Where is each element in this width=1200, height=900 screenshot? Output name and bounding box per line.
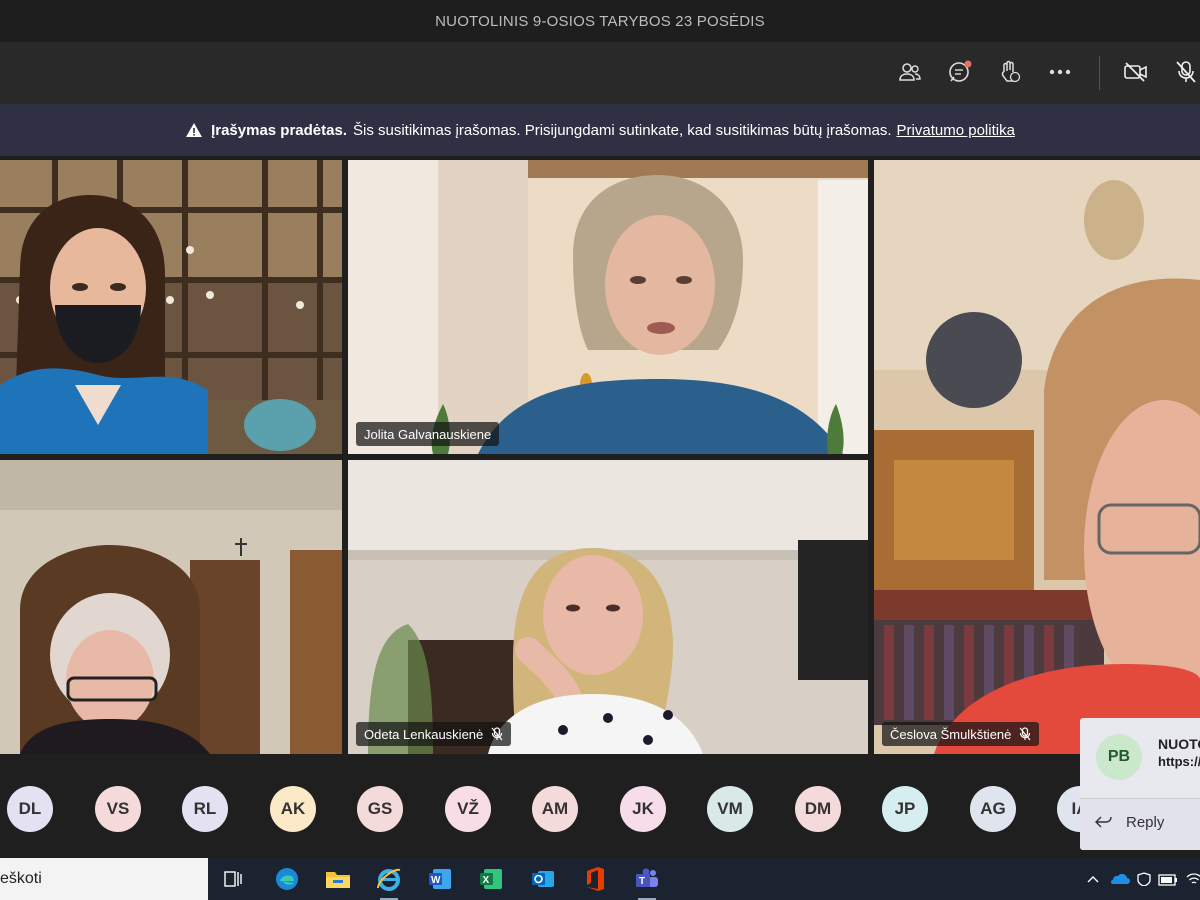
edge-icon[interactable]: [272, 864, 302, 894]
more-icon[interactable]: [1046, 58, 1074, 86]
participant-avatar[interactable]: AK: [270, 786, 316, 832]
participant-name: Česlova Šmulkštienė: [882, 722, 1040, 746]
raise-hand-icon[interactable]: [996, 58, 1024, 86]
window-title: NUOTOLINIS 9-OSIOS TARYBOS 23 POSĖDIS: [0, 0, 1200, 42]
video-tile[interactable]: Jolita Galvanauskiene: [348, 160, 868, 454]
video-tile[interactable]: [0, 460, 342, 754]
wifi-icon[interactable]: [1186, 872, 1200, 886]
task-view-icon[interactable]: [218, 864, 248, 894]
toolbar-divider: [1099, 56, 1100, 90]
outlook-icon[interactable]: [528, 864, 558, 894]
taskbar-search-input[interactable]: eškoti: [0, 858, 208, 900]
chat-icon[interactable]: [946, 58, 974, 86]
participant-avatar[interactable]: DM: [795, 786, 841, 832]
sender-avatar: PB: [1096, 734, 1142, 780]
participant-avatar[interactable]: VS: [95, 786, 141, 832]
teams-icon[interactable]: T: [632, 864, 662, 900]
muted-mic-icon: [1019, 727, 1031, 741]
participant-avatar[interactable]: JP: [882, 786, 928, 832]
participant-roster: [0, 760, 1200, 858]
file-explorer-icon[interactable]: [323, 864, 353, 894]
video-tile[interactable]: Česlova Šmulkštienė: [874, 160, 1200, 754]
svg-text:X: X: [483, 875, 490, 886]
defender-icon[interactable]: [1136, 872, 1152, 886]
notification-title: NUOTO: [1158, 736, 1200, 752]
onedrive-icon[interactable]: [1108, 872, 1130, 886]
internet-explorer-icon[interactable]: [374, 864, 404, 900]
people-icon[interactable]: [896, 58, 924, 86]
office-icon[interactable]: [580, 864, 610, 894]
svg-text:W: W: [431, 875, 441, 886]
word-icon[interactable]: W: [425, 864, 455, 894]
recording-banner-title: Įrašymas pradėtas.: [211, 121, 347, 139]
reply-button[interactable]: Reply: [1126, 814, 1164, 831]
reply-icon: [1095, 816, 1112, 828]
video-tile[interactable]: [0, 160, 342, 454]
participant-avatar[interactable]: AM: [532, 786, 578, 832]
camera-off-icon[interactable]: [1122, 58, 1150, 86]
participant-avatar[interactable]: AG: [970, 786, 1016, 832]
participant-name: Jolita Galvanauskiene: [356, 422, 500, 446]
participant-name: Odeta Lenkauskienė: [356, 722, 512, 746]
participant-avatar[interactable]: JK: [620, 786, 666, 832]
privacy-policy-link[interactable]: Privatumo politika: [897, 122, 1015, 139]
participant-avatar[interactable]: RL: [182, 786, 228, 832]
tray-expand-icon[interactable]: [1086, 874, 1100, 884]
recording-banner-text: Šis susitikimas įrašomas. Prisijungdami …: [353, 121, 892, 139]
warning-icon: [186, 123, 203, 137]
participant-avatar[interactable]: VM: [707, 786, 753, 832]
notification-link[interactable]: https://: [1158, 754, 1200, 769]
excel-icon[interactable]: X: [476, 864, 506, 894]
svg-text:T: T: [639, 876, 645, 887]
participant-avatar[interactable]: DL: [7, 786, 53, 832]
participant-avatar[interactable]: GS: [357, 786, 403, 832]
muted-mic-icon: [491, 727, 503, 741]
video-tile[interactable]: Odeta Lenkauskienė: [348, 460, 868, 754]
participant-avatar[interactable]: VŽ: [445, 786, 491, 832]
recording-banner: Įrašymas pradėtas. Šis susitikimas įrašo…: [0, 104, 1200, 156]
mic-off-icon[interactable]: [1172, 58, 1200, 86]
battery-icon[interactable]: [1158, 874, 1178, 886]
chat-notification[interactable]: PB NUOTO https:// Reply: [1080, 718, 1200, 850]
